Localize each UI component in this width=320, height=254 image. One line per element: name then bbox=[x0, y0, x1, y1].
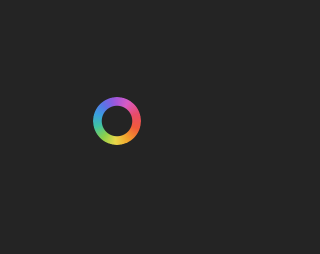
loading-screen bbox=[0, 0, 250, 254]
color-wheel-loading-icon bbox=[93, 97, 141, 145]
